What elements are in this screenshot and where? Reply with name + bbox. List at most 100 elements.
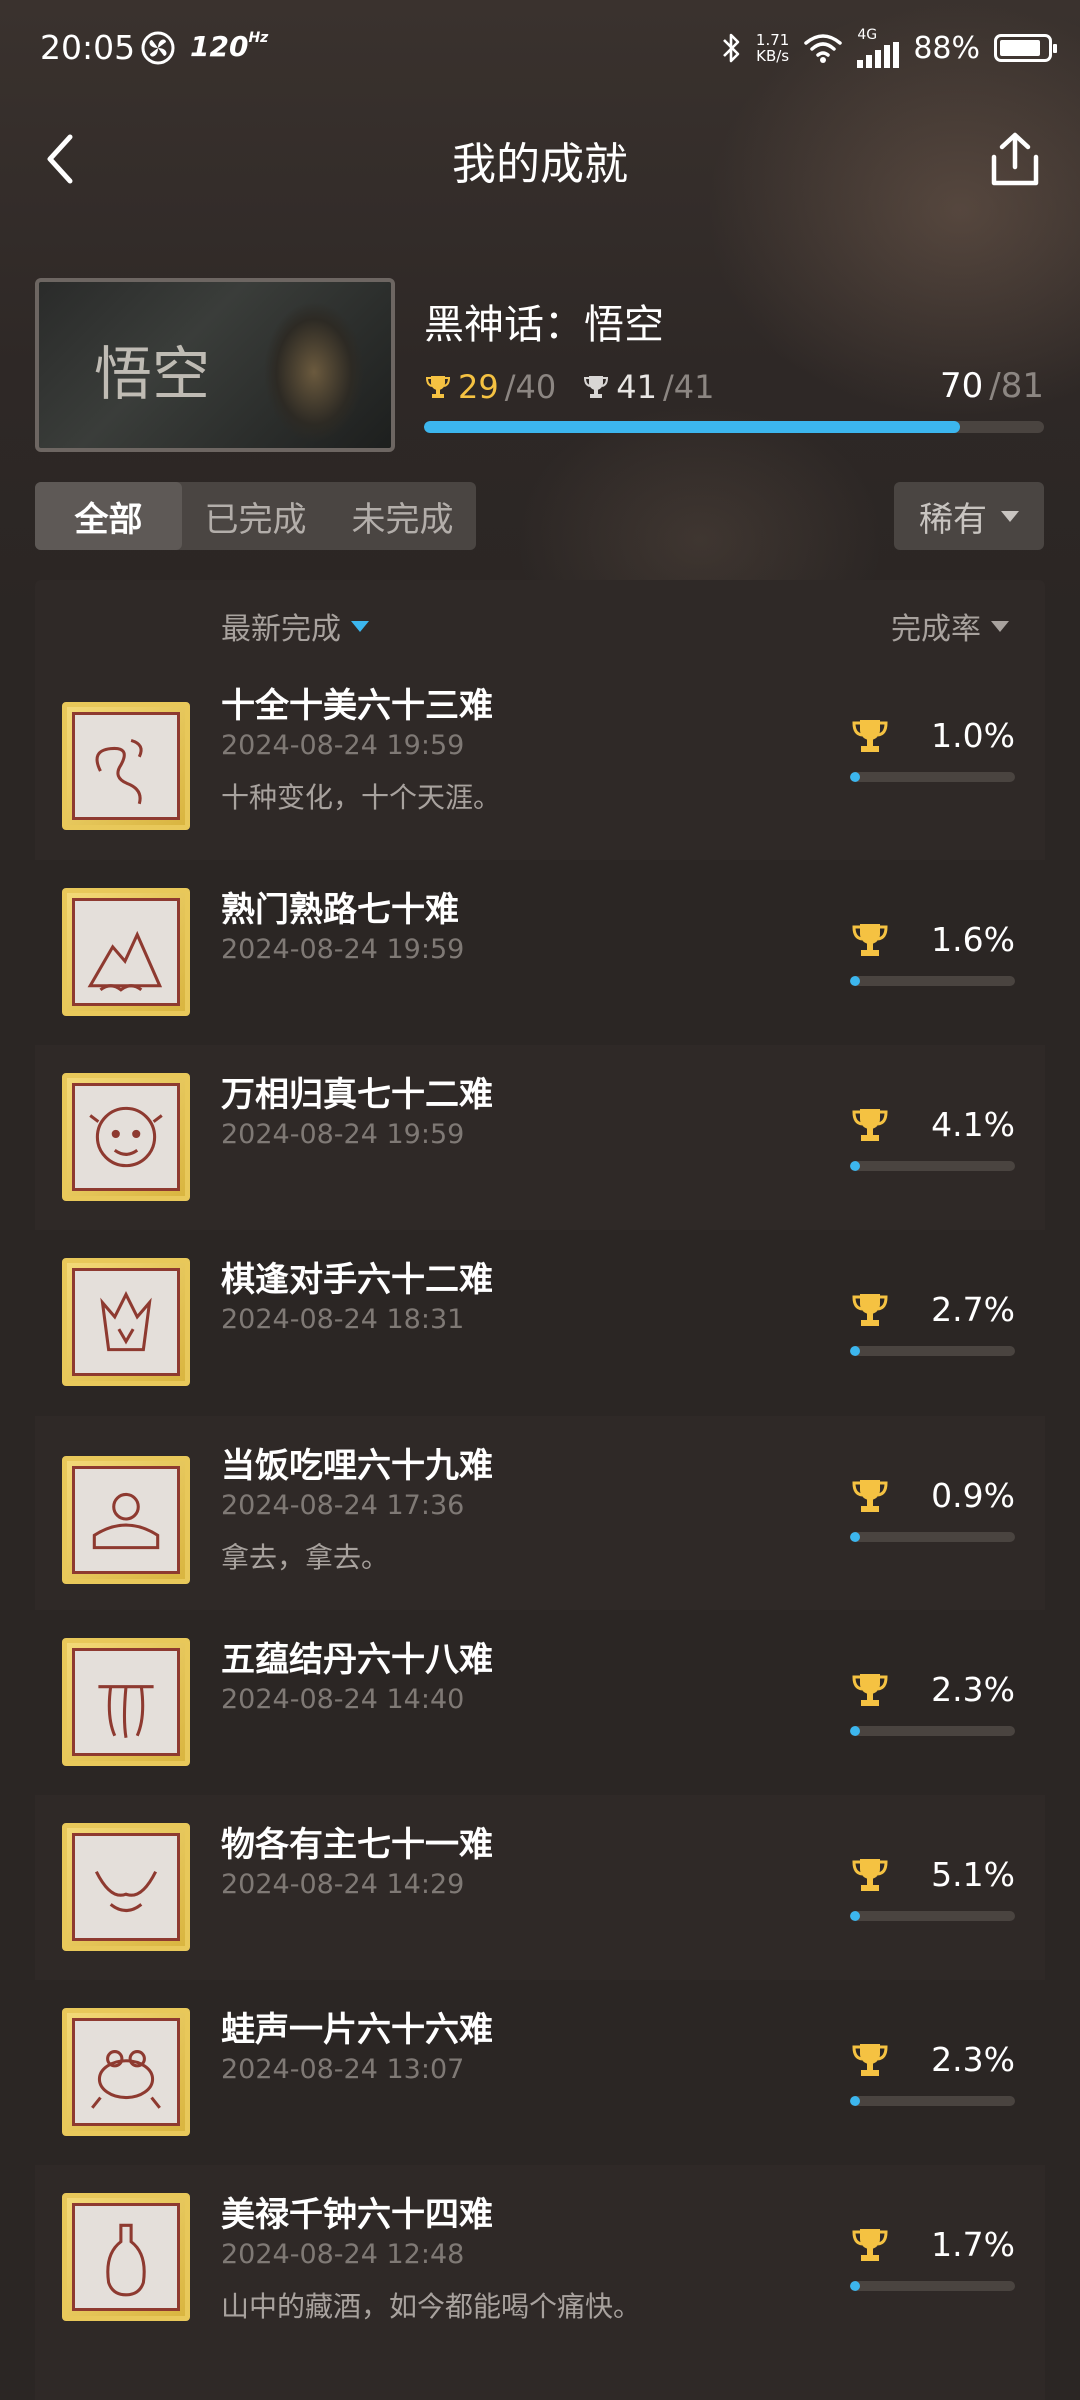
achievement-list: 最新完成 完成率 十全十美六十三难 2024-08-24 19:59 十种变化，十个…: [35, 580, 1045, 2400]
achievement-badge: [62, 1456, 190, 1584]
wifi-icon: [804, 34, 843, 63]
silver-total: /41: [662, 368, 715, 406]
mountain-icon: [72, 898, 180, 1006]
achievement-date: 2024-08-24 14:40: [221, 1684, 465, 1715]
gold-trophy-icon: [852, 2229, 888, 2261]
horns-icon: [72, 1833, 180, 1941]
completion-rate-bar: [850, 976, 1015, 986]
fan-icon: [141, 31, 175, 65]
completion-rate: 2.3%: [931, 1670, 1015, 1709]
trophy-stats: 29 /40 41 /41: [424, 368, 714, 406]
swirl-icon: [72, 712, 180, 820]
achievement-name: 美禄千钟六十四难: [221, 2195, 493, 2235]
tab-all[interactable]: 全部: [35, 482, 182, 550]
cover-logo-text: 悟空: [94, 340, 211, 408]
achievement-date: 2024-08-24 13:07: [221, 2054, 465, 2085]
gold-trophy-icon: [852, 720, 888, 752]
gold-trophy-icon: [852, 924, 888, 956]
refresh-rate-unit: Hz: [248, 30, 269, 46]
sort-latest-button[interactable]: 最新完成: [221, 604, 369, 648]
battery-icon: [994, 34, 1057, 62]
gold-trophy-icon: [425, 376, 451, 398]
achievement-row[interactable]: 物各有主七十一难 2024-08-24 14:29 5.1%: [35, 1795, 1045, 1980]
completion-rate: 0.9%: [931, 1476, 1015, 1515]
completion-rate-bar: [850, 1532, 1015, 1542]
achievement-row[interactable]: 美禄千钟六十四难 2024-08-24 12:48 山中的藏酒，如今都能喝个痛快。 1…: [35, 2165, 1045, 2400]
staff-icon: [72, 1648, 180, 1756]
achievement-date: 2024-08-24 19:59: [221, 934, 465, 965]
cover-character-figure: [259, 292, 369, 448]
network-speed-unit: KB/s: [756, 47, 790, 65]
completion-rate-bar: [850, 1911, 1015, 1921]
silver-count: 41: [616, 368, 657, 406]
completion-rate-bar: [850, 772, 1015, 782]
network-speed-value: 1.71: [755, 31, 790, 49]
achievement-row[interactable]: 十全十美六十三难 2024-08-24 19:59 十种变化，十个天涯。 1.0%: [35, 672, 1045, 860]
achievement-row[interactable]: 熟门熟路七十难 2024-08-24 19:59 1.6%: [35, 860, 1045, 1045]
achievement-name: 物各有主七十一难: [221, 1825, 493, 1865]
battery-percent: 88%: [913, 30, 980, 66]
achievement-badge: [62, 1823, 190, 1951]
achievement-date: 2024-08-24 19:59: [221, 730, 465, 761]
achievement-row[interactable]: 五蕴结丹六十八难 2024-08-24 14:40 2.3%: [35, 1610, 1045, 1795]
completion-rate: 4.1%: [931, 1105, 1015, 1144]
total-count: /81: [989, 366, 1044, 406]
completion-rate: 2.7%: [931, 1290, 1015, 1329]
achievement-description: 山中的藏酒，如今都能喝个痛快。: [221, 2290, 642, 2323]
completion-rate: 5.1%: [931, 1855, 1015, 1894]
achievement-name: 十全十美六十三难: [221, 686, 493, 726]
gold-trophy-icon: [852, 1480, 888, 1512]
network-type: 4G: [857, 27, 878, 43]
frog-icon: [72, 2018, 180, 2126]
achievement-date: 2024-08-24 18:31: [221, 1304, 465, 1335]
share-button[interactable]: [980, 124, 1050, 194]
achievement-name: 棋逢对手六十二难: [221, 1260, 493, 1300]
achievement-description: 拿去，拿去。: [221, 1541, 390, 1574]
achievement-row[interactable]: 蛙声一片六十六难 2024-08-24 13:07 2.3%: [35, 1980, 1045, 2165]
achievement-date: 2024-08-24 17:36: [221, 1490, 465, 1521]
achievement-row[interactable]: 当饭吃哩六十九难 2024-08-24 17:36 拿去，拿去。 0.9%: [35, 1416, 1045, 1610]
sort-latest-label: 最新完成: [221, 612, 341, 647]
achievement-badge: [62, 702, 190, 830]
gold-trophy-icon: [852, 1294, 888, 1326]
completion-rate: 1.7%: [931, 2225, 1015, 2264]
achievement-name: 蛙声一片六十六难: [221, 2010, 493, 2050]
achievement-description: 十种变化，十个天涯。: [221, 781, 502, 814]
gold-trophy-icon: [852, 2044, 888, 2076]
achievement-date: 2024-08-24 12:48: [221, 2239, 465, 2270]
rarity-dropdown-label: 稀有: [919, 499, 987, 540]
completion-rate: 2.3%: [931, 2040, 1015, 2079]
completion-rate: 1.6%: [931, 920, 1015, 959]
tab-completed[interactable]: 已完成: [182, 482, 329, 550]
achievement-row[interactable]: 棋逢对手六十二难 2024-08-24 18:31 2.7%: [35, 1230, 1045, 1416]
cellular-signal: 4G: [857, 27, 900, 68]
share-icon: [991, 132, 1039, 186]
rarity-dropdown[interactable]: 稀有: [894, 482, 1044, 550]
achievement-badge: [62, 1638, 190, 1766]
status-bar: 20:05 120Hz 1.71 KB/s 4G 88%: [0, 0, 1080, 96]
filter-tabs: 全部 已完成 未完成: [35, 482, 476, 550]
achievement-total: 70/81: [940, 366, 1044, 406]
network-speed: 1.71 KB/s: [756, 32, 789, 64]
achievement-badge: [62, 1073, 190, 1201]
caret-down-icon: [1001, 510, 1019, 522]
completion-rate-bar: [850, 1346, 1015, 1356]
sort-row: 最新完成 完成率: [35, 580, 1045, 668]
achievement-name: 熟门熟路七十难: [221, 890, 459, 930]
silver-trophy-icon: [584, 376, 609, 398]
achievement-row[interactable]: 万相归真七十二难 2024-08-24 19:59 4.1%: [35, 1045, 1045, 1230]
caret-down-icon: [991, 620, 1009, 632]
offering-icon: [72, 1466, 180, 1574]
status-time: 20:05: [40, 28, 136, 67]
achievement-name: 万相归真七十二难: [221, 1075, 493, 1115]
achievement-badge: [62, 888, 190, 1016]
gold-trophy-icon: [852, 1859, 888, 1891]
sort-rate-button[interactable]: 完成率: [891, 604, 1009, 648]
game-title: 黑神话：悟空: [424, 302, 664, 348]
status-right: 1.71 KB/s 4G 88%: [720, 26, 1057, 70]
tab-incomplete[interactable]: 未完成: [329, 482, 476, 550]
achievement-date: 2024-08-24 19:59: [221, 1119, 465, 1150]
refresh-rate: 120Hz: [190, 30, 268, 63]
achievement-name: 五蕴结丹六十八难: [221, 1640, 493, 1680]
game-cover-image[interactable]: 悟空: [35, 278, 395, 452]
